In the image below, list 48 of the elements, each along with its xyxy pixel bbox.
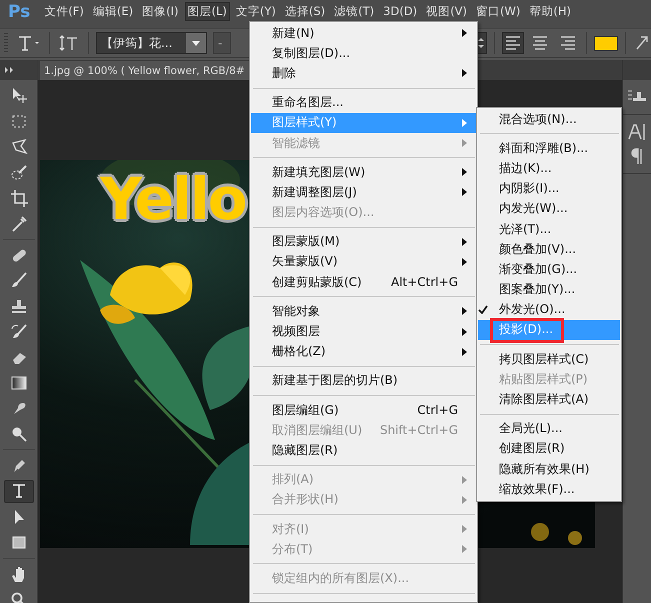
menu-bar-item[interactable]: 帮助(H) (526, 2, 574, 21)
menu-item[interactable]: 混合选项(N)... (478, 109, 620, 130)
menu-bar-item[interactable]: 图像(I) (139, 2, 182, 21)
menu-item[interactable]: 描边(K)... (478, 158, 620, 179)
menu-item[interactable]: 创建剪贴蒙版(C) Alt+Ctrl+G (251, 272, 476, 292)
menu-item[interactable]: 缩放效果(F)... (478, 479, 620, 500)
menu-bar-item[interactable]: 选择(S) (282, 2, 328, 21)
menu-bar-item[interactable]: 文件(F) (41, 2, 87, 21)
menu-item[interactable]: 隐藏所有效果(H) (478, 459, 620, 480)
menu-item[interactable]: 视频图层 (251, 321, 476, 342)
menu-item[interactable]: 光泽(T)... (478, 218, 620, 240)
font-family-dropdown[interactable]: 【伊筠】花... (96, 32, 208, 54)
menu-item[interactable]: 智能对象 (251, 301, 476, 322)
menu-item[interactable]: 图案叠加(Y)... (478, 280, 620, 300)
menu-item[interactable]: 清除图层样式(A) (478, 389, 620, 410)
menu-bar-item[interactable]: 滤镜(T) (331, 2, 378, 21)
menu-item[interactable]: 栅格化(Z) (251, 342, 476, 362)
menu-item[interactable]: 内发光(W)... (478, 198, 620, 219)
menu-item[interactable]: 颜色叠加(V)... (478, 239, 620, 260)
menu-item[interactable]: 创建图层(R) (478, 438, 620, 459)
menu-bar-item[interactable]: 图层(L) (184, 2, 230, 21)
menu-item[interactable]: 新建(N) (251, 23, 476, 44)
menu-bar-item[interactable]: 3D(D) (380, 2, 420, 20)
menu-item[interactable]: 全局光(L)... (478, 418, 620, 439)
menu-item[interactable]: 新建调整图层(J) (251, 182, 476, 202)
menu-bar-item[interactable]: 视图(V) (423, 2, 470, 21)
menu-item[interactable]: 新建基于图层的切片(B) (251, 370, 476, 391)
menu-item[interactable]: 新建填充图层(W) (251, 162, 476, 182)
menu-item[interactable]: 斜面和浮雕(B)... (478, 138, 620, 158)
menu-item[interactable]: 内阴影(I)... (478, 178, 620, 199)
canvas-text: Yello (100, 164, 246, 234)
document-tab[interactable]: 1.jpg @ 100% ( Yellow flower, RGB/8# (40, 61, 249, 80)
font-style-dropdown[interactable]: - (213, 32, 231, 54)
font-family-value: 【伊筠】花... (100, 34, 172, 52)
menu-bar-item[interactable]: 编辑(E) (90, 2, 136, 21)
menu-item[interactable]: 复制图层(D)... (251, 43, 476, 64)
menu-item[interactable]: 图层编组(G) Ctrl+G (251, 400, 476, 420)
menu-item[interactable]: 矢量蒙版(V) (251, 252, 476, 272)
menu-item[interactable]: 渐变叠加(G)... (478, 259, 620, 280)
menu-item[interactable]: 隐藏图层(R) (251, 440, 476, 461)
menu-item[interactable]: 重命名图层... (251, 92, 476, 113)
app-logo: Ps (8, 2, 30, 22)
menu-item[interactable]: 删除 (251, 63, 476, 84)
menu-item[interactable]: 图层蒙版(M) (251, 232, 476, 252)
menu-bar-item[interactable]: 文字(Y) (232, 2, 279, 21)
menu-bar-item[interactable]: 窗口(W) (473, 2, 524, 21)
menu-item[interactable]: 拷贝图层样式(C) (478, 349, 620, 370)
menu-item[interactable]: 外发光(O)... (478, 300, 620, 320)
